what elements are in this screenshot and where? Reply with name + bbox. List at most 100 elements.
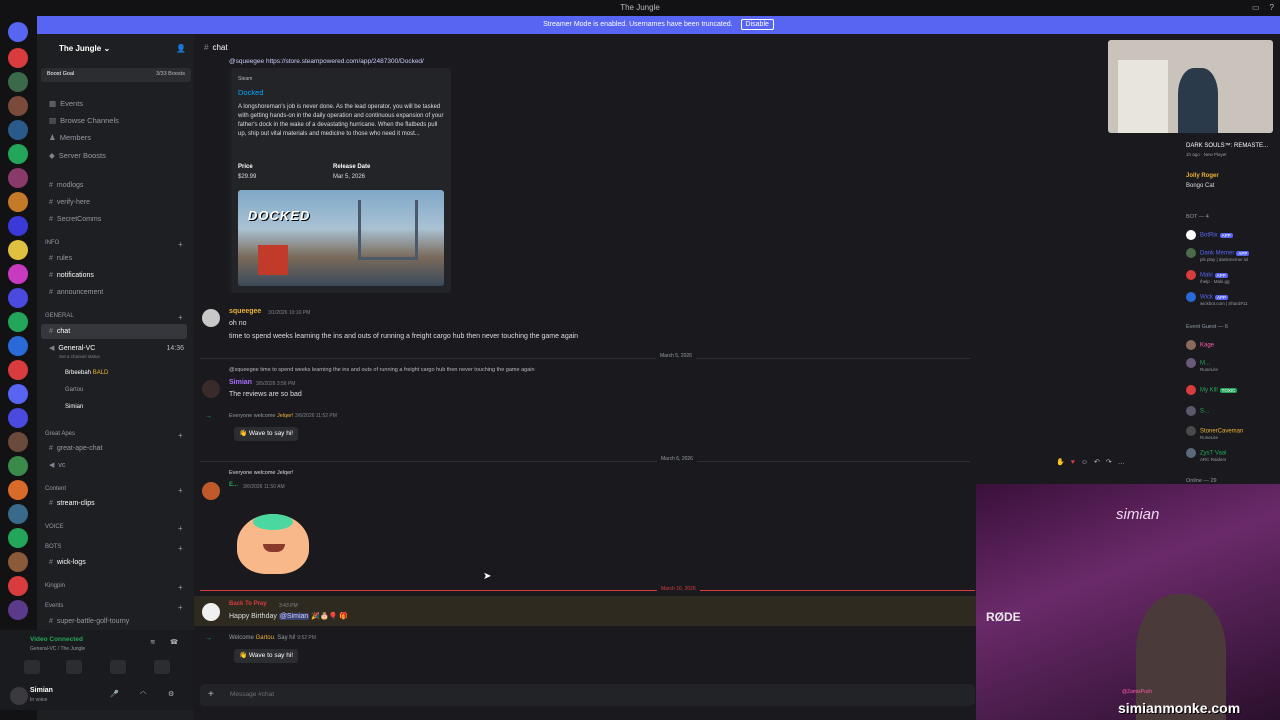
channel-stream-clips[interactable]: # stream-clips — [37, 496, 194, 511]
server-icon[interactable] — [8, 144, 28, 164]
message-author[interactable]: squeegee — [229, 308, 261, 315]
disable-streamer-mode-button[interactable]: Disable — [740, 19, 774, 30]
reply-preview[interactable]: @squeegee time to spend weeks learning t… — [229, 367, 535, 373]
server-icon[interactable] — [8, 456, 28, 476]
avatar[interactable] — [10, 687, 28, 705]
mic-icon[interactable]: 🎤 — [110, 690, 119, 698]
server-icon[interactable] — [8, 600, 28, 620]
category-info[interactable]: INFO + — [45, 240, 183, 249]
server-icon[interactable] — [8, 264, 28, 284]
server-icon[interactable] — [8, 336, 28, 356]
server-icon[interactable] — [8, 192, 28, 212]
avatar[interactable] — [202, 603, 220, 621]
voice-user[interactable]: Simian — [37, 400, 194, 415]
avatar[interactable] — [202, 309, 220, 327]
channel-great-ape-chat[interactable]: # great-ape-chat — [37, 441, 194, 456]
category-bots[interactable]: BOTS + — [45, 544, 183, 553]
category-kingpin[interactable]: Kingpin + — [45, 583, 183, 592]
add-attachment-icon[interactable]: + — [208, 684, 214, 706]
add-channel-icon[interactable]: + — [178, 313, 183, 322]
nav-members[interactable]: ♟ Members — [37, 130, 194, 145]
boost-goal[interactable]: Boost Goal 3/33 Boosts — [41, 68, 191, 82]
channel-chat[interactable]: # chat — [41, 324, 187, 339]
server-icon[interactable] — [8, 96, 28, 116]
activity-button[interactable] — [110, 660, 126, 674]
embed-image[interactable]: DOCKED — [238, 190, 444, 286]
wave-button[interactable]: 👋 Wave to say hi! — [234, 427, 299, 441]
channel-vc[interactable]: ◀ vc — [37, 458, 194, 473]
nav-events[interactable]: ▦ Events — [37, 96, 194, 111]
server-icon[interactable] — [8, 408, 28, 428]
add-channel-icon[interactable]: + — [178, 544, 183, 553]
voice-user[interactable]: Gartou — [37, 383, 194, 398]
server-icon[interactable] — [8, 216, 28, 236]
reaction-icon[interactable]: ✋ — [1056, 459, 1071, 466]
embed-title[interactable]: Docked — [238, 88, 263, 97]
category-content[interactable]: Content + — [45, 486, 183, 495]
server-icon[interactable] — [8, 504, 28, 524]
wave-button[interactable]: 👋 Wave to say hi! — [234, 649, 299, 663]
server-icon[interactable] — [8, 480, 28, 500]
server-icon[interactable] — [8, 552, 28, 572]
forward-icon[interactable]: ↷ — [1106, 459, 1118, 466]
add-channel-icon[interactable]: + — [178, 431, 183, 440]
voice-channel[interactable]: General-VC / The Jungle — [30, 646, 85, 652]
category-general[interactable]: GENERAL + — [45, 313, 183, 322]
sticker-image[interactable] — [237, 514, 309, 574]
server-icon[interactable] — [8, 576, 28, 596]
add-channel-icon[interactable]: + — [178, 603, 183, 612]
guild-header[interactable]: The Jungle ⌄ 👤 — [37, 40, 194, 58]
server-icon[interactable] — [8, 168, 28, 188]
emoji-icon[interactable]: ☺ — [1081, 459, 1094, 466]
channel-modlogs[interactable]: # modlogs — [37, 178, 194, 193]
disconnect-icon[interactable]: ☎ — [170, 638, 178, 646]
server-icon[interactable] — [8, 360, 28, 380]
help-icon[interactable]: ? — [1270, 0, 1274, 16]
channel-rules[interactable]: # rules — [37, 251, 194, 266]
gear-icon[interactable]: ⚙ — [168, 690, 174, 698]
server-icon[interactable] — [8, 48, 28, 68]
message-author[interactable]: Back To Pray — [229, 601, 267, 607]
home-icon[interactable] — [8, 22, 28, 42]
channel-status[interactable]: Set a channel status — [59, 354, 100, 359]
channel-secretcomms[interactable]: # SecretComms — [37, 212, 194, 227]
category-voice[interactable]: VOICE + — [45, 524, 183, 533]
avatar[interactable] — [202, 482, 220, 500]
avatar[interactable] — [202, 380, 220, 398]
add-channel-icon[interactable]: + — [178, 524, 183, 533]
member-item[interactable]: S... — [1186, 406, 1209, 416]
server-icon[interactable] — [8, 384, 28, 404]
message-actions[interactable]: ✋♥☺↶↷… — [1056, 458, 1164, 470]
nav-server-boosts[interactable]: ◆ Server Boosts — [37, 148, 194, 163]
camera-button[interactable] — [24, 660, 40, 674]
server-icon[interactable] — [8, 528, 28, 548]
message-input[interactable]: + Message #chat — [200, 684, 975, 706]
add-channel-icon[interactable]: + — [178, 486, 183, 495]
member-item[interactable]: Kage — [1186, 340, 1214, 350]
member-item[interactable]: BotRix APP — [1186, 230, 1233, 240]
member-name[interactable]: Jolly Roger — [1186, 173, 1219, 179]
channel-verify-here[interactable]: # verify-here — [37, 195, 194, 210]
screen-share-button[interactable] — [66, 660, 82, 674]
server-icon[interactable] — [8, 288, 28, 308]
headphones-icon[interactable]: ◠ — [140, 690, 146, 698]
channel-notifications[interactable]: # notifications — [37, 268, 194, 283]
add-member-icon[interactable]: 👤 — [176, 40, 186, 58]
add-channel-icon[interactable]: + — [178, 240, 183, 249]
category-events[interactable]: Events + — [45, 603, 183, 612]
more-icon[interactable]: … — [1118, 459, 1131, 466]
noise-icon[interactable]: ≋ — [150, 638, 155, 646]
category-great-apes[interactable]: Great Apes + — [45, 431, 183, 440]
reply-preview[interactable]: Everyone welcome Jelqer! — [229, 470, 294, 476]
message-author[interactable]: Simian — [229, 379, 252, 386]
channel-wick-logs[interactable]: # wick-logs — [37, 555, 194, 570]
heart-icon[interactable]: ♥ — [1071, 459, 1081, 466]
game-activity[interactable]: DARK SOULS™: REMASTE... — [1186, 143, 1268, 149]
server-icon[interactable] — [8, 240, 28, 260]
member-item[interactable]: My Kill TOXIC — [1186, 385, 1238, 395]
channel-super-battle-golf-tourny[interactable]: # super-battle-golf-tourny — [37, 614, 194, 629]
server-icon[interactable] — [8, 432, 28, 452]
inbox-icon[interactable]: ▭ — [1252, 0, 1260, 16]
channel-announcement[interactable]: # announcement — [37, 285, 194, 300]
server-icon[interactable] — [8, 72, 28, 92]
